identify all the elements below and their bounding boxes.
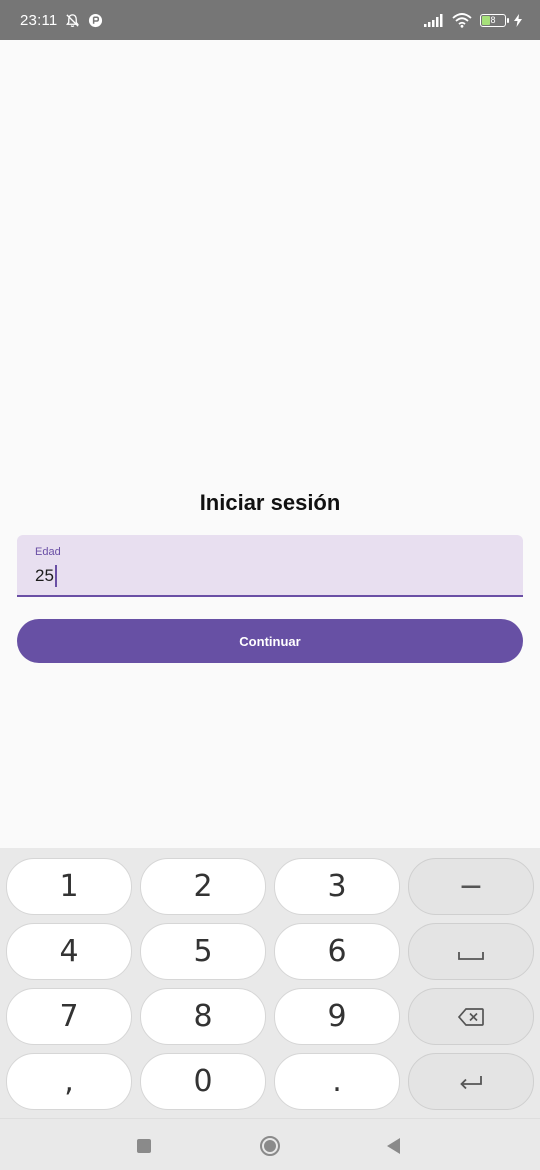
key-8[interactable]: 8 (140, 988, 266, 1045)
age-field[interactable]: Edad 25 (17, 535, 523, 597)
signal-icon (424, 13, 444, 27)
key-6[interactable]: 6 (274, 923, 400, 980)
age-field-label: Edad (35, 546, 61, 558)
page-title: Iniciar sesión (199, 490, 341, 515)
key-2[interactable]: 2 (140, 858, 266, 915)
age-field-value[interactable]: 25 (35, 566, 54, 586)
key-0[interactable]: 0 (140, 1053, 266, 1110)
key-1[interactable]: 1 (6, 858, 132, 915)
status-bar: 23:11 8 (0, 0, 540, 40)
text-cursor (54, 565, 57, 587)
enter-icon (459, 1064, 483, 1099)
key-enter[interactable] (408, 1053, 534, 1110)
key-space[interactable] (408, 923, 534, 980)
charging-icon (514, 13, 522, 27)
key-period[interactable]: . (274, 1053, 400, 1110)
key-4[interactable]: 4 (6, 923, 132, 980)
battery-fill (482, 15, 490, 25)
status-bar-right: 8 (424, 12, 522, 28)
key-7[interactable]: 7 (6, 988, 132, 1045)
key-3[interactable]: 3 (274, 858, 400, 915)
key-backspace[interactable] (408, 988, 534, 1045)
home-icon[interactable] (257, 1133, 283, 1159)
continue-button[interactable]: Continuar (17, 619, 523, 663)
wifi-icon (452, 12, 472, 28)
back-icon[interactable] (381, 1133, 407, 1159)
status-time: 23:11 (20, 11, 58, 29)
battery-icon: 8 (480, 13, 509, 27)
key-5[interactable]: 5 (140, 923, 266, 980)
age-field-value-wrapper[interactable]: 25 (35, 565, 57, 587)
navigation-bar (0, 1118, 540, 1170)
key-comma[interactable]: , (6, 1053, 132, 1110)
alarm-off-icon (65, 13, 80, 28)
key-minus[interactable]: − (408, 858, 534, 915)
backspace-icon (457, 999, 484, 1034)
app-notification-icon (88, 13, 103, 28)
screen: 23:11 8 Iniciar sesión Edad 25 Continuar… (0, 0, 540, 1170)
space-icon (458, 934, 484, 969)
battery-level: 8 (490, 14, 496, 25)
key-9[interactable]: 9 (274, 988, 400, 1045)
recents-icon[interactable] (131, 1133, 157, 1159)
status-bar-left: 23:11 (20, 12, 103, 29)
